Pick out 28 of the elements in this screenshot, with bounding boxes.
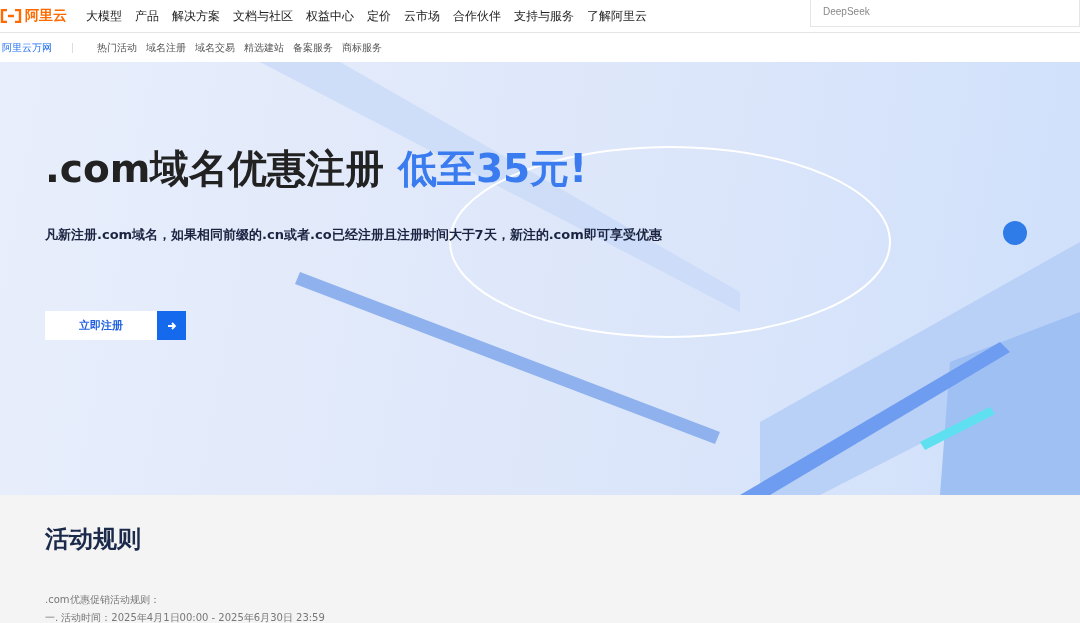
arrow-button[interactable] — [157, 311, 186, 340]
subnav-link[interactable]: 域名交易 — [195, 40, 235, 55]
subnav-link[interactable]: 精选建站 — [244, 40, 284, 55]
nav-link[interactable]: 大模型 — [86, 8, 122, 24]
nav-link[interactable]: 云市场 — [404, 8, 440, 24]
price-highlight: 低至35元! — [397, 146, 587, 191]
rule-text: .com优惠促销活动规则： — [45, 593, 161, 607]
register-button[interactable]: 立即注册 — [45, 311, 157, 340]
subnav-link[interactable]: 备案服务 — [293, 40, 333, 55]
nav-link[interactable]: 文档与社区 — [233, 8, 293, 24]
nav-link[interactable]: 产品 — [135, 8, 159, 24]
section-heading: 活动规则 — [45, 524, 142, 555]
rule-text: 一. 活动时间：2025年4月1日00:00 - 2025年6月30日 23:59 — [45, 611, 326, 623]
subnav-link[interactable]: 热门活动 — [97, 40, 137, 55]
hero-title: .com域名优惠注册 — [45, 146, 385, 191]
logo-icon — [0, 9, 22, 23]
nav-link[interactable]: 解决方案 — [172, 8, 220, 24]
nav-link[interactable]: 合作伙伴 — [453, 8, 501, 24]
brand-link[interactable]: 阿里云万网 — [2, 40, 52, 55]
nav-link[interactable]: 定价 — [367, 8, 391, 24]
nav-link[interactable]: 权益中心 — [306, 8, 354, 24]
hero-subtitle: 凡新注册.com域名，如果相同前缀的.cn或者.co已经注册且注册时间大于7天，新注的.com即可享受优惠 — [45, 226, 663, 244]
arrow-icon — [166, 320, 177, 331]
nav-link[interactable]: 支持与服务 — [514, 8, 574, 24]
search-field[interactable]: DeepSeek — [810, 0, 1080, 27]
subnav-link[interactable]: 商标服务 — [342, 40, 382, 55]
subnav-link[interactable]: 域名注册 — [146, 40, 186, 55]
nav-link[interactable]: 了解阿里云 — [587, 8, 647, 24]
